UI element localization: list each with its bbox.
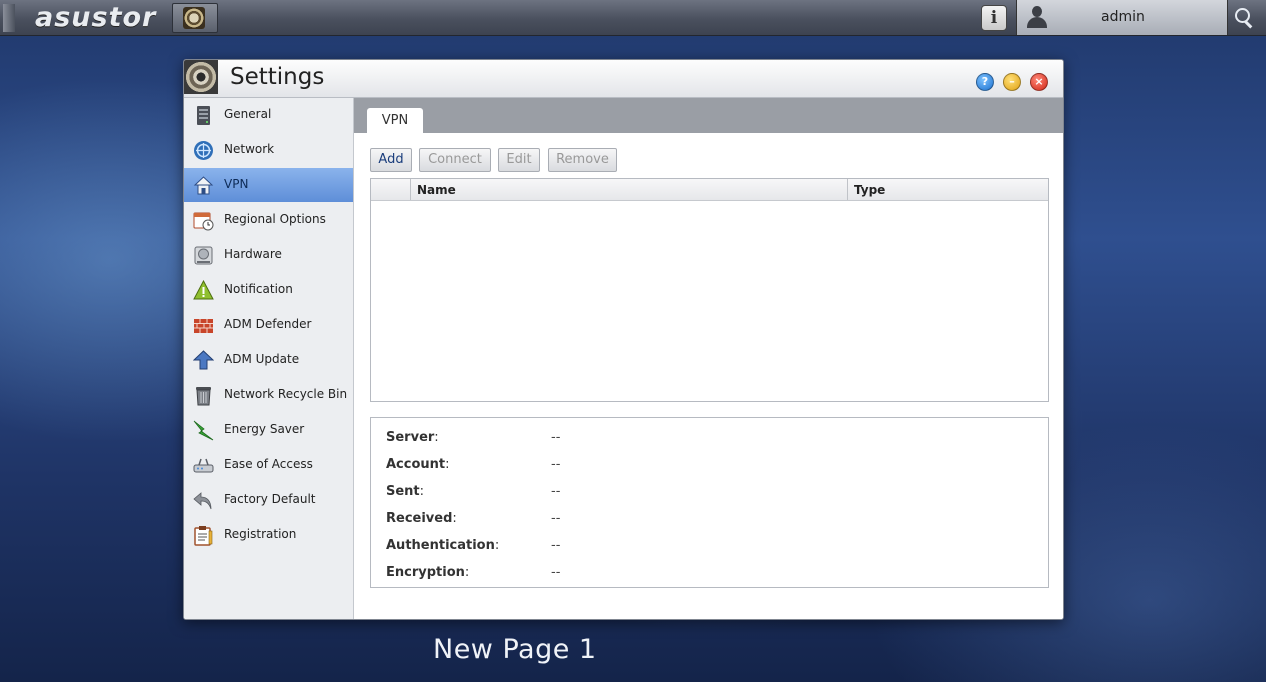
- sidebar-item-notification[interactable]: Notification: [184, 273, 353, 307]
- server-icon: [193, 105, 214, 126]
- close-button[interactable]: ×: [1030, 73, 1048, 91]
- sidebar-item-adm-defender[interactable]: ADM Defender: [184, 308, 353, 342]
- detail-value: --: [551, 511, 561, 526]
- desktop-page-caption: New Page 1: [433, 634, 597, 665]
- sidebar-item-label: Registration: [224, 527, 297, 541]
- firewall-brick-icon: [193, 315, 214, 336]
- settings-sidebar: General Network VPN Regional Options Har…: [184, 98, 354, 619]
- detail-label: Authentication: [386, 538, 495, 553]
- sidebar-item-vpn[interactable]: VPN: [184, 168, 353, 202]
- sidebar-item-label: Hardware: [224, 247, 282, 261]
- settings-gear-icon: [183, 7, 205, 29]
- calendar-clock-icon: [193, 210, 214, 231]
- sidebar-item-label: ADM Defender: [224, 317, 312, 331]
- info-icon[interactable]: i: [981, 5, 1007, 31]
- column-header-type[interactable]: Type: [854, 179, 885, 200]
- detail-row-authentication: Authentication: --: [386, 538, 561, 553]
- user-menu[interactable]: admin: [1016, 0, 1228, 35]
- detail-row-sent: Sent: --: [386, 484, 561, 499]
- up-arrow-icon: [192, 350, 215, 371]
- sidebar-item-label: Factory Default: [224, 492, 316, 506]
- detail-row-account: Account: --: [386, 457, 561, 472]
- sidebar-item-network[interactable]: Network: [184, 133, 353, 167]
- add-button[interactable]: Add: [370, 148, 412, 172]
- detail-value: --: [551, 484, 561, 499]
- detail-row-encryption: Encryption: --: [386, 565, 561, 580]
- sidebar-item-registration[interactable]: Registration: [184, 518, 353, 552]
- vpn-connection-table: Name Type: [370, 178, 1049, 402]
- edit-button[interactable]: Edit: [498, 148, 540, 172]
- sidebar-item-adm-update[interactable]: ADM Update: [184, 343, 353, 377]
- detail-value: --: [551, 565, 561, 580]
- user-avatar-icon: [1027, 6, 1047, 28]
- sidebar-item-label: Ease of Access: [224, 457, 313, 471]
- taskbar-grip[interactable]: [3, 4, 15, 32]
- vpn-details-panel: Server: -- Account: -- Sent: -- Received…: [370, 417, 1049, 588]
- sidebar-item-label: Network: [224, 142, 275, 156]
- detail-label: Encryption: [386, 565, 465, 580]
- taskbar: asustor i admin: [0, 0, 1266, 36]
- remove-button[interactable]: Remove: [548, 148, 617, 172]
- sidebar-item-regional-options[interactable]: Regional Options: [184, 203, 353, 237]
- connect-button[interactable]: Connect: [419, 148, 491, 172]
- window-title: Settings: [230, 64, 325, 90]
- sidebar-item-label: Energy Saver: [224, 422, 305, 436]
- detail-value: --: [551, 538, 561, 553]
- settings-app-button[interactable]: [172, 3, 218, 33]
- sidebar-item-ease-of-access[interactable]: Ease of Access: [184, 448, 353, 482]
- detail-label: Received: [386, 511, 453, 526]
- sidebar-item-label: Regional Options: [224, 212, 326, 226]
- settings-gear-icon: [184, 60, 218, 94]
- detail-label: Server: [386, 430, 435, 445]
- tab-vpn[interactable]: VPN: [367, 108, 423, 133]
- username-label: admin: [1101, 9, 1145, 25]
- sidebar-item-factory-default[interactable]: Factory Default: [184, 483, 353, 517]
- undo-arrow-icon: [193, 490, 214, 511]
- detail-row-received: Received: --: [386, 511, 561, 526]
- sidebar-item-label: ADM Update: [224, 352, 300, 366]
- sidebar-item-hardware[interactable]: Hardware: [184, 238, 353, 272]
- warning-icon: [193, 279, 214, 301]
- detail-label: Sent: [386, 484, 420, 499]
- detail-row-server: Server: --: [386, 430, 561, 445]
- sidebar-item-label: Notification: [224, 282, 293, 296]
- vpn-house-icon: [193, 175, 214, 196]
- window-titlebar[interactable]: Settings ? – ×: [184, 60, 1063, 98]
- sidebar-item-label: VPN: [224, 177, 249, 191]
- sidebar-item-label: General: [224, 107, 272, 121]
- detail-value: --: [551, 457, 561, 472]
- asustor-logo: asustor: [35, 2, 157, 33]
- lightning-icon: [193, 420, 214, 441]
- column-header-name[interactable]: Name: [417, 179, 456, 200]
- sidebar-item-network-recycle-bin[interactable]: Network Recycle Bin: [184, 378, 353, 412]
- vpn-panel: VPN Add Connect Edit Remove Name Type Se…: [354, 98, 1063, 619]
- settings-window: Settings ? – × General Network VPN Regio…: [183, 59, 1064, 620]
- sidebar-item-general[interactable]: General: [184, 98, 353, 132]
- sidebar-item-energy-saver[interactable]: Energy Saver: [184, 413, 353, 447]
- hard-drive-icon: [193, 245, 214, 266]
- tab-strip: VPN: [354, 98, 1063, 133]
- table-header: Name Type: [371, 179, 1048, 201]
- minimize-button[interactable]: –: [1003, 73, 1021, 91]
- clipboard-icon: [193, 525, 214, 546]
- sidebar-item-label: Network Recycle Bin: [224, 387, 348, 401]
- detail-label: Account: [386, 457, 446, 472]
- globe-icon: [193, 140, 214, 161]
- help-button[interactable]: ?: [976, 73, 994, 91]
- router-icon: [193, 455, 214, 476]
- detail-value: --: [551, 430, 561, 445]
- search-icon[interactable]: [1233, 6, 1257, 30]
- trash-bin-icon: [193, 385, 214, 406]
